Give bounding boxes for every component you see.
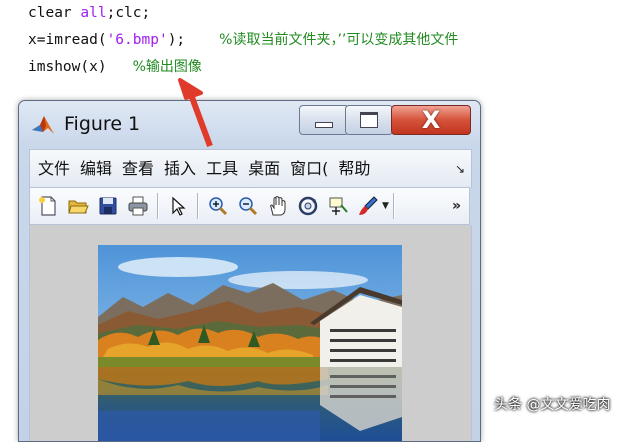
displayed-image — [98, 245, 402, 441]
brush-dropdown-icon[interactable]: ▼ — [382, 201, 389, 211]
matlab-logo-icon — [31, 114, 55, 136]
toolbar-separator — [392, 193, 395, 219]
imread-close: ); — [167, 32, 186, 48]
menu-overflow-icon[interactable]: ↘ — [455, 162, 465, 176]
menu-window[interactable]: 窗口( — [285, 150, 333, 188]
imread-comment: %读取当前文件夹，’’可以变成其他文件 — [219, 32, 459, 48]
clear-argument: all — [80, 5, 107, 21]
code-line-2: x=imread('6.bmp'); %读取当前文件夹，’’可以变成其他文件 — [28, 29, 458, 51]
code-line-3: imshow(x) %输出图像 — [28, 56, 202, 78]
menu-bar: 文件 编辑 查看 插入 工具 桌面 窗口( 帮助 ↘ — [29, 149, 472, 188]
menu-file[interactable]: 文件 — [30, 150, 75, 188]
clear-keyword: clear — [28, 5, 81, 21]
imread-call: x=imread( — [28, 32, 107, 48]
toolbar-separator — [197, 193, 199, 219]
menu-edit[interactable]: 编辑 — [75, 150, 117, 188]
new-figure-icon[interactable] — [36, 194, 60, 218]
print-icon[interactable] — [126, 194, 150, 218]
menu-help[interactable]: 帮助 — [333, 150, 375, 188]
close-icon: X — [421, 106, 441, 134]
imshow-comment: %输出图像 — [132, 59, 202, 75]
code-line-1: clear all;clc; — [28, 2, 150, 24]
brush-icon[interactable] — [356, 194, 380, 218]
toolbar-separator — [157, 193, 159, 219]
select-arrow-icon[interactable] — [166, 194, 190, 218]
zoom-in-icon[interactable] — [206, 194, 230, 218]
minimize-icon — [315, 122, 333, 128]
maximize-icon — [360, 112, 378, 128]
figure-window[interactable]: Figure 1 X 文件 编辑 查看 插入 工具 桌面 窗口( 帮助 ↘ ▼ … — [18, 100, 481, 442]
maximize-button[interactable] — [345, 105, 393, 135]
data-cursor-icon[interactable] — [326, 194, 350, 218]
menu-insert[interactable]: 插入 — [159, 150, 201, 188]
save-icon[interactable] — [96, 194, 120, 218]
close-button[interactable]: X — [391, 105, 471, 135]
toolbar-overflow-icon[interactable]: » — [452, 198, 461, 214]
window-title: Figure 1 — [64, 113, 141, 135]
imshow-call: imshow(x) — [28, 59, 107, 75]
open-file-icon[interactable] — [66, 194, 90, 218]
watermark: 头条 @文文爱吃肉 — [494, 397, 611, 413]
figure-toolbar: ▼ » — [29, 187, 470, 225]
menu-tools[interactable]: 工具 — [201, 150, 243, 188]
pan-hand-icon[interactable] — [266, 194, 290, 218]
rotate-3d-icon[interactable] — [296, 194, 320, 218]
minimize-button[interactable] — [299, 105, 349, 135]
figure-canvas[interactable] — [29, 225, 472, 441]
filename-string: '6.bmp' — [106, 32, 168, 48]
clc-command: ;clc; — [106, 5, 151, 21]
menu-desktop[interactable]: 桌面 — [243, 150, 285, 188]
zoom-out-icon[interactable] — [236, 194, 260, 218]
menu-view[interactable]: 查看 — [117, 150, 159, 188]
